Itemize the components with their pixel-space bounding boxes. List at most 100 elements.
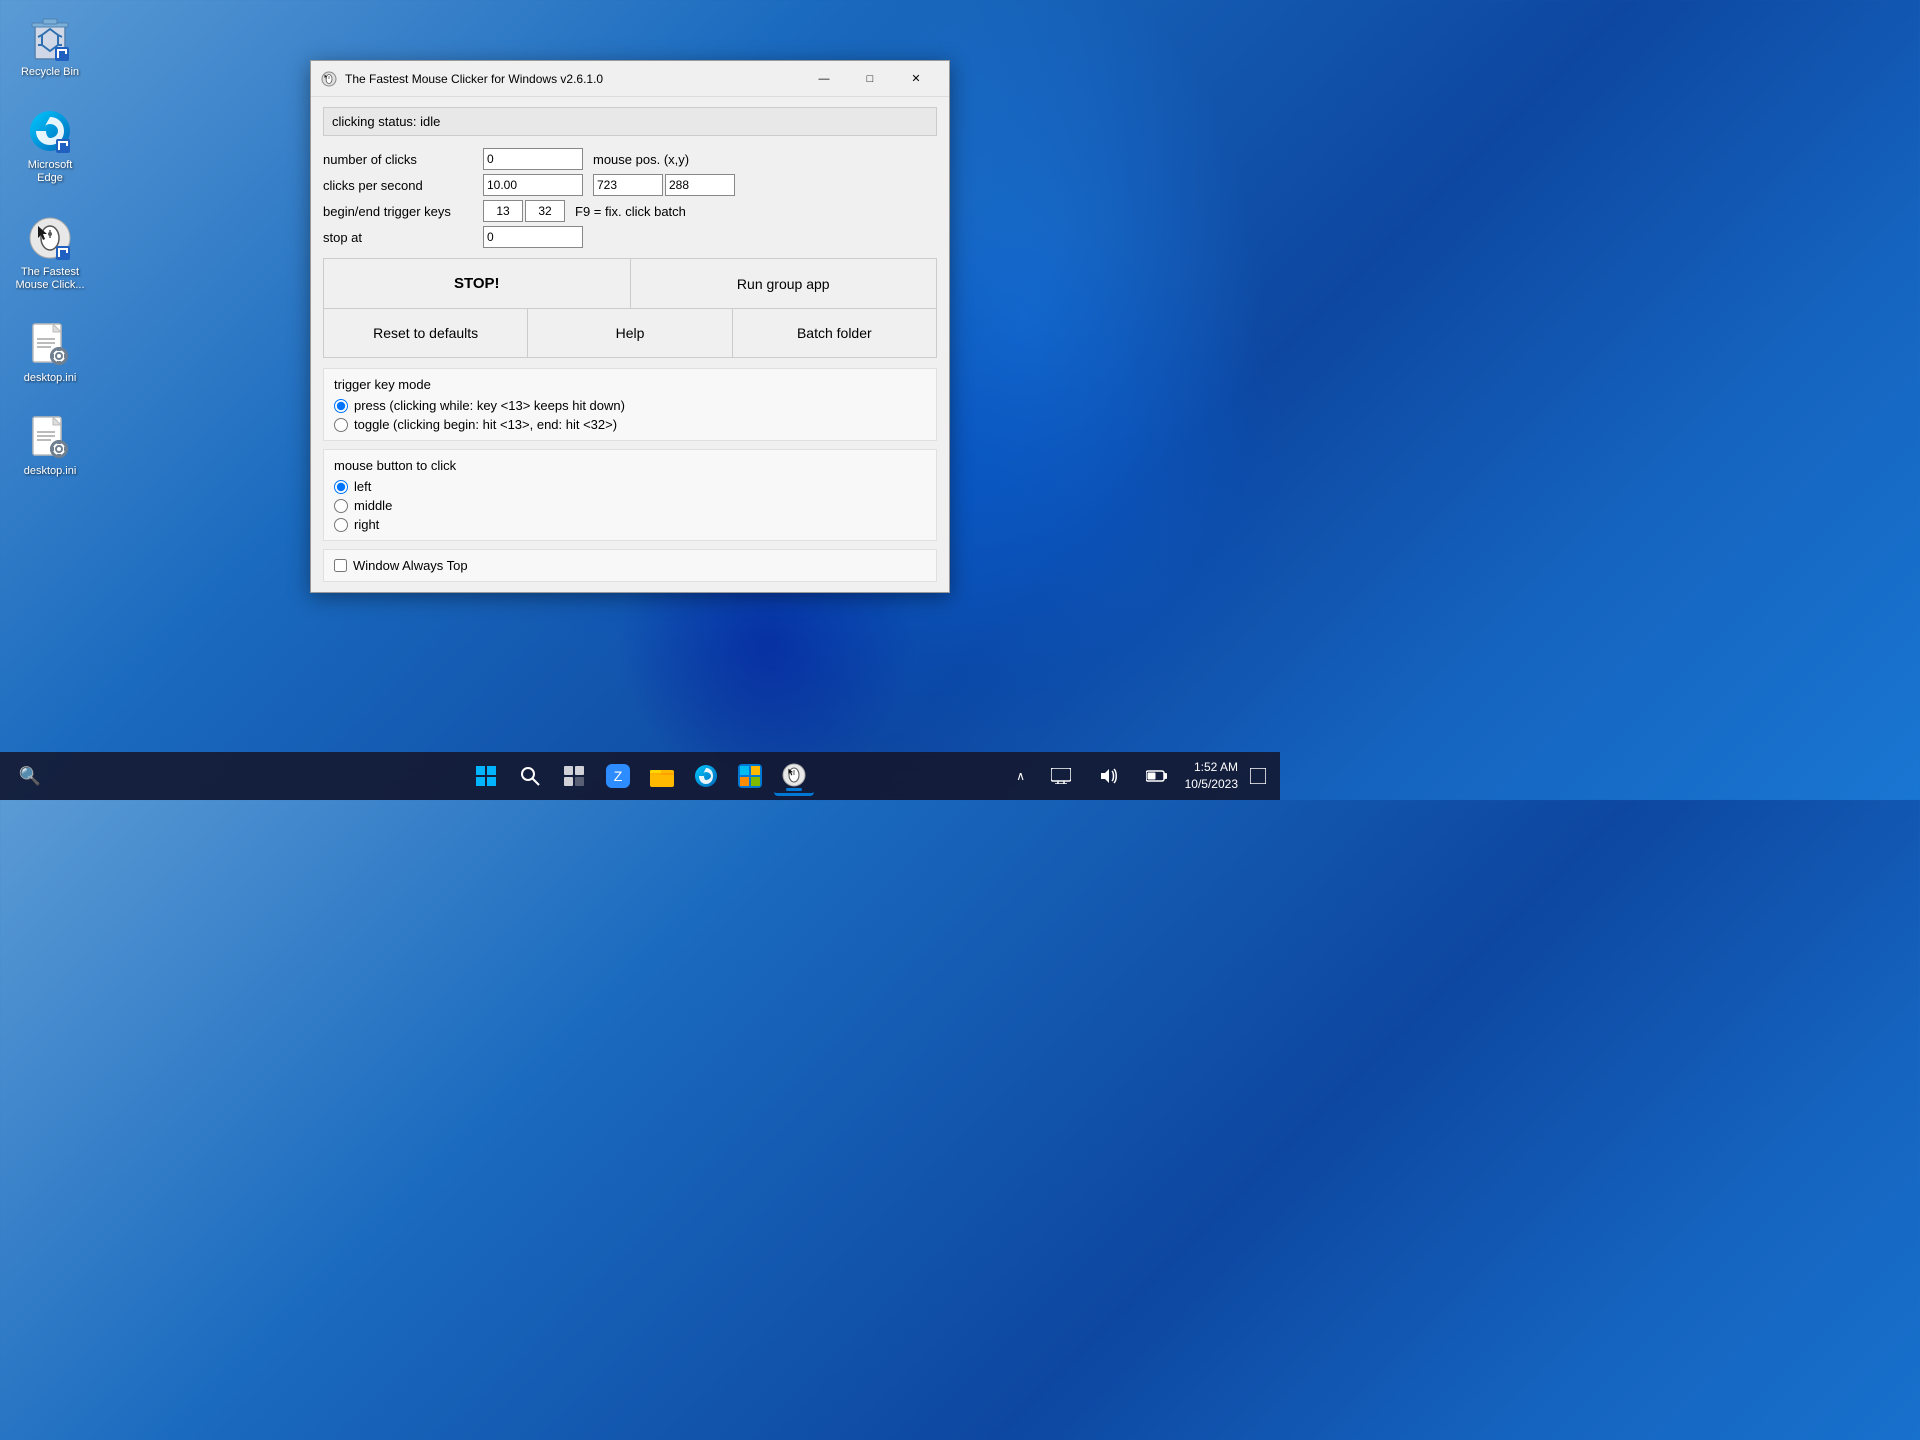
desktop-icon-ini-1[interactable]: desktop.ini (10, 316, 90, 389)
taskbar-mouse-clicker[interactable] (774, 756, 814, 796)
trigger-press-radio[interactable] (334, 399, 348, 413)
desktop-icon-edge[interactable]: Microsoft Edge (10, 103, 90, 189)
clock: 1:52 AM 10/5/2023 (1185, 759, 1238, 793)
num-clicks-row: number of clicks mouse pos. (x,y) (323, 148, 937, 170)
taskbar-search-small[interactable]: 🔍 (10, 756, 50, 796)
mouse-middle-label: middle (354, 498, 392, 513)
ini-label-1: desktop.ini (24, 372, 77, 385)
stop-at-label: stop at (323, 230, 483, 245)
always-top-checkbox[interactable] (334, 559, 347, 572)
desktop-icon-ini-2[interactable]: desktop.ini (10, 409, 90, 482)
file-icon-2 (26, 413, 74, 461)
taskbar-explorer[interactable] (642, 756, 682, 796)
time: 1:52 AM (1185, 759, 1238, 776)
mouse-right-radio[interactable] (334, 518, 348, 532)
edge-label: Microsoft Edge (14, 159, 86, 185)
ini-label-2: desktop.ini (24, 465, 77, 478)
stop-at-input[interactable] (483, 226, 583, 248)
trigger-press-label: press (clicking while: key <13> keeps hi… (354, 398, 625, 413)
title-bar: The Fastest Mouse Clicker for Windows v2… (311, 61, 949, 97)
app-content: clicking status: idle number of clicks m… (311, 97, 949, 592)
buttons-section: STOP! Run group app Reset to defaults He… (323, 258, 937, 358)
taskbar-edge[interactable] (686, 756, 726, 796)
mouse-x-input[interactable] (593, 174, 663, 196)
btn-row-top: STOP! Run group app (324, 259, 936, 309)
always-top-row: Window Always Top (323, 549, 937, 582)
mouse-middle-option: middle (334, 498, 926, 513)
clicks-per-sec-row: clicks per second (323, 174, 937, 196)
edge-icon (26, 107, 74, 155)
taskbar-search-button[interactable] (510, 756, 550, 796)
status-bar: clicking status: idle (323, 107, 937, 136)
trigger-keys-label: begin/end trigger keys (323, 204, 483, 219)
clicks-per-sec-label: clicks per second (323, 178, 483, 193)
taskbar-chevron[interactable]: ∧ (1009, 756, 1033, 796)
mouse-right-label: right (354, 517, 379, 532)
mouse-left-label: left (354, 479, 371, 494)
mouse-left-option: left (334, 479, 926, 494)
fix-click-label: F9 = fix. click batch (575, 204, 686, 219)
clicks-per-sec-input[interactable] (483, 174, 583, 196)
taskbar-battery-icon[interactable] (1137, 756, 1177, 796)
trigger-key2-input[interactable] (525, 200, 565, 222)
reset-button[interactable]: Reset to defaults (324, 309, 528, 357)
mouse-clicker-icon (26, 214, 74, 262)
num-clicks-input[interactable] (483, 148, 583, 170)
mouse-y-input[interactable] (665, 174, 735, 196)
batch-folder-button[interactable]: Batch folder (733, 309, 936, 357)
stop-button[interactable]: STOP! (324, 259, 631, 308)
system-tray-time[interactable]: 1:52 AM 10/5/2023 (1185, 759, 1238, 793)
trigger-press-option: press (clicking while: key <13> keeps hi… (334, 398, 926, 413)
status-label: clicking status: (332, 114, 417, 129)
mouse-button-section: mouse button to click left middle right (323, 449, 937, 541)
desktop-icons: Recycle Bin Microsoft Edge (10, 10, 90, 482)
taskbar-volume-icon[interactable] (1089, 756, 1129, 796)
desktop-icon-mouse-clicker[interactable]: The Fastest Mouse Click... (10, 210, 90, 296)
mouse-middle-radio[interactable] (334, 499, 348, 513)
window-title: The Fastest Mouse Clicker for Windows v2… (345, 72, 801, 86)
trigger-toggle-label: toggle (clicking begin: hit <13>, end: h… (354, 417, 617, 432)
run-group-button[interactable]: Run group app (631, 259, 937, 308)
mouse-button-title: mouse button to click (334, 458, 926, 473)
recycle-bin-icon (26, 14, 74, 62)
mouse-pos-label: mouse pos. (x,y) (593, 152, 689, 167)
taskbar-left: 🔍 (10, 756, 50, 796)
taskbar-zoom[interactable]: Z (598, 756, 638, 796)
desktop-icon-recycle-bin[interactable]: Recycle Bin (10, 10, 90, 83)
close-button[interactable]: ✕ (893, 63, 939, 95)
taskbar-center: Z (466, 756, 814, 796)
app-icon (321, 71, 337, 87)
svg-text:Z: Z (614, 768, 623, 784)
file-icon-1 (26, 320, 74, 368)
trigger-key1-input[interactable] (483, 200, 523, 222)
minimize-button[interactable]: — (801, 63, 847, 95)
always-top-label: Window Always Top (353, 558, 468, 573)
trigger-toggle-radio[interactable] (334, 418, 348, 432)
taskbar-display-icon[interactable] (1041, 756, 1081, 796)
trigger-key-mode-section: trigger key mode press (clicking while: … (323, 368, 937, 441)
help-button[interactable]: Help (528, 309, 732, 357)
taskbar-right: ∧ 1:52 AM (1009, 756, 1270, 796)
fields-section: number of clicks mouse pos. (x,y) clicks… (323, 148, 937, 248)
trigger-keys-row: begin/end trigger keys F9 = fix. click b… (323, 200, 937, 222)
taskbar-store[interactable] (730, 756, 770, 796)
taskbar-notification[interactable] (1246, 764, 1270, 788)
mouse-right-option: right (334, 517, 926, 532)
mouse-left-radio[interactable] (334, 480, 348, 494)
btn-row-bottom: Reset to defaults Help Batch folder (324, 309, 936, 357)
maximize-button[interactable]: □ (847, 63, 893, 95)
date: 10/5/2023 (1185, 776, 1238, 793)
taskbar-start-button[interactable] (466, 756, 506, 796)
trigger-key-mode-title: trigger key mode (334, 377, 926, 392)
num-clicks-label: number of clicks (323, 152, 483, 167)
window-controls: — □ ✕ (801, 63, 939, 95)
app-window: The Fastest Mouse Clicker for Windows v2… (310, 60, 950, 593)
status-value: idle (420, 114, 440, 129)
trigger-toggle-option: toggle (clicking begin: hit <13>, end: h… (334, 417, 926, 432)
trigger-inputs (483, 200, 565, 222)
recycle-bin-label: Recycle Bin (21, 66, 79, 79)
taskbar: 🔍 (0, 752, 1280, 800)
taskbar-task-view[interactable] (554, 756, 594, 796)
stop-at-row: stop at (323, 226, 937, 248)
mouse-clicker-label: The Fastest Mouse Click... (14, 266, 86, 292)
